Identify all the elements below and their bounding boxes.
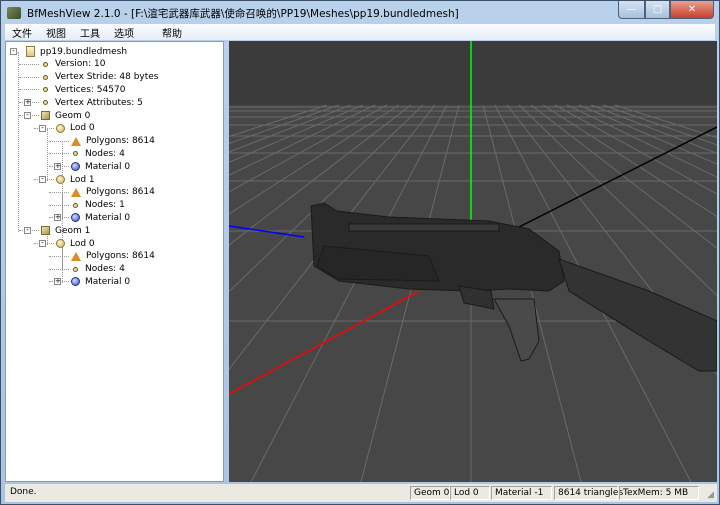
- tree-node-label: Nodes: 4: [85, 148, 125, 159]
- collapse-icon[interactable]: -: [10, 48, 17, 55]
- tree-node-label: Material 0: [85, 276, 131, 287]
- tree-node-label: Version: 10: [55, 59, 106, 70]
- geom-cube-icon: [41, 111, 50, 120]
- tree-root[interactable]: pp19.bundledmesh: [26, 45, 127, 58]
- tree-version[interactable]: Version: 10: [41, 58, 105, 71]
- app-window: BfMeshView 2.1.0 - [F:\渲宅武器库武器\使命召唤的\PP1…: [0, 0, 720, 505]
- lod-icon: [56, 239, 65, 248]
- expand-icon[interactable]: +: [54, 214, 61, 222]
- tree-material[interactable]: Material 0: [71, 275, 130, 288]
- collapse-icon[interactable]: -: [24, 227, 31, 235]
- collapse-icon[interactable]: -: [39, 240, 46, 247]
- polygon-warning-icon: [71, 187, 81, 197]
- menu-view[interactable]: 视图: [39, 25, 73, 40]
- menu-help[interactable]: 帮助: [155, 25, 189, 40]
- menu-tools[interactable]: 工具: [73, 25, 107, 40]
- tree-node-label: Polygons: 8614: [86, 136, 155, 147]
- tree-nodes[interactable]: Nodes: 4: [71, 147, 125, 160]
- file-icon: [26, 46, 35, 57]
- tree-node-label: Lod 0: [70, 123, 95, 134]
- close-icon: ✕: [687, 4, 697, 15]
- expand-icon[interactable]: +: [54, 278, 61, 286]
- tree-node-label: Material 0: [85, 161, 131, 172]
- property-icon: [73, 202, 78, 208]
- tree-attributes[interactable]: Vertex Attributes: 5: [41, 96, 143, 109]
- status-texmem: TexMem: 5 MB: [619, 486, 699, 500]
- tree-polygons[interactable]: Polygons: 8614: [71, 135, 155, 148]
- status-message: Done.: [10, 487, 37, 497]
- tree-node-label: Vertex Attributes: 5: [55, 97, 143, 108]
- tree-node-label: Material 0: [85, 212, 131, 223]
- geom-cube-icon: [41, 226, 50, 236]
- tree-polygons[interactable]: Polygons: 8614: [71, 186, 155, 199]
- close-button[interactable]: ✕: [670, 1, 714, 19]
- property-icon: [43, 61, 48, 67]
- tree-polygons[interactable]: Polygons: 8614: [71, 250, 155, 263]
- property-icon: [43, 87, 48, 93]
- tree-node-label: Vertices: 54570: [55, 84, 126, 95]
- tree-nodes[interactable]: Nodes: 1: [71, 199, 125, 212]
- lod-icon: [56, 175, 65, 184]
- title-bar: BfMeshView 2.1.0 - [F:\渲宅武器库武器\使命召唤的\PP1…: [7, 5, 459, 21]
- property-icon: [73, 151, 78, 157]
- status-triangles: 8614 triangles: [554, 486, 623, 500]
- minimize-button[interactable]: —: [618, 1, 645, 19]
- mesh-tree[interactable]: - pp19.bundledmesh Version: 10 Vertex Strid…: [5, 41, 224, 482]
- status-bar: Done. Geom 0 Lod 0 Material -1 8614 tria…: [5, 484, 717, 502]
- tree-node-label: pp19.bundledmesh: [40, 46, 128, 57]
- tree-node-label: Nodes: 4: [85, 264, 125, 275]
- tree-lod[interactable]: Lod 0: [56, 237, 95, 250]
- material-sphere-icon: [71, 213, 80, 223]
- status-material: Material -1: [491, 486, 552, 500]
- lod-icon: [56, 123, 65, 133]
- tree-node-label: Geom 0: [55, 110, 91, 121]
- tree-material[interactable]: Material 0: [71, 160, 130, 173]
- tree-lod[interactable]: Lod 1: [56, 173, 95, 186]
- maximize-icon: □: [652, 4, 663, 15]
- window-title: BfMeshView 2.1.0 - [F:\渲宅武器库武器\使命召唤的\PP1…: [27, 7, 459, 20]
- maximize-button[interactable]: □: [645, 1, 670, 19]
- material-sphere-icon: [71, 277, 80, 287]
- material-sphere-icon: [71, 162, 80, 172]
- tree-vertices[interactable]: Vertices: 54570: [41, 83, 125, 96]
- menu-file[interactable]: 文件: [5, 25, 39, 40]
- tree-nodes[interactable]: Nodes: 4: [71, 263, 125, 276]
- tree-node-label: Lod 0: [70, 238, 95, 249]
- tree-node-label: Polygons: 8614: [86, 187, 155, 198]
- property-icon: [43, 74, 48, 80]
- tree-node-label: Nodes: 1: [85, 200, 125, 211]
- status-geom: Geom 0: [410, 486, 450, 500]
- tree-node-label: Geom 1: [55, 225, 91, 236]
- resize-grip-icon[interactable]: ◢: [707, 490, 714, 500]
- app-icon: [7, 7, 21, 19]
- tree-node-label: Vertex Stride: 48 bytes: [55, 72, 159, 83]
- polygon-warning-icon: [71, 136, 81, 146]
- tree-lod[interactable]: Lod 0: [56, 122, 95, 135]
- tree-geom[interactable]: Geom 0: [41, 109, 90, 122]
- expand-icon[interactable]: +: [54, 163, 61, 171]
- collapse-icon[interactable]: -: [39, 176, 46, 183]
- tree-geom[interactable]: Geom 1: [41, 224, 90, 237]
- tree-node-label: Lod 1: [70, 174, 95, 185]
- collapse-icon[interactable]: -: [39, 124, 46, 132]
- tree-node-label: Polygons: 8614: [86, 251, 155, 262]
- property-icon: [73, 266, 78, 272]
- menu-bar: 文件 视图 工具 选项 帮助: [5, 24, 715, 40]
- 3d-viewport[interactable]: [229, 41, 717, 482]
- polygon-warning-icon: [71, 251, 81, 261]
- property-icon: [43, 100, 48, 106]
- status-lod: Lod 0: [450, 486, 490, 500]
- collapse-icon[interactable]: -: [24, 112, 31, 119]
- minimize-icon: —: [626, 4, 637, 15]
- tree-stride[interactable]: Vertex Stride: 48 bytes: [41, 71, 158, 84]
- menu-options[interactable]: 选项: [107, 25, 141, 40]
- expand-icon[interactable]: +: [24, 99, 31, 107]
- tree-material[interactable]: Material 0: [71, 211, 130, 224]
